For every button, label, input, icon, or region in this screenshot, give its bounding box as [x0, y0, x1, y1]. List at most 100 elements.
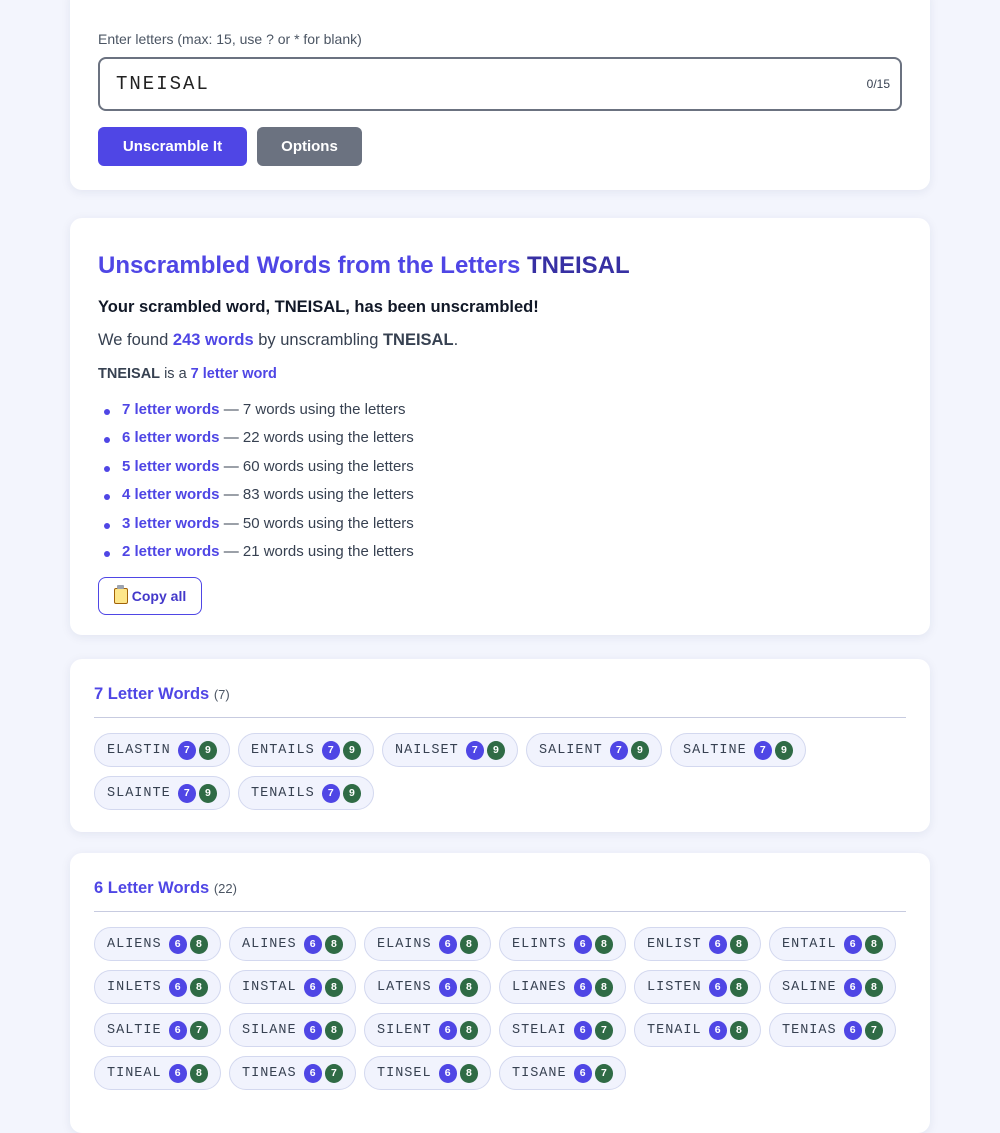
length-list-item: 2 letter words — 21 words using the lett… [98, 543, 414, 571]
word-chip[interactable]: ELINTS 6 8 [499, 927, 626, 961]
length-line-link[interactable]: 7 letter word [191, 366, 277, 382]
word-chip[interactable]: INSTAL 6 8 [229, 970, 356, 1004]
options-button[interactable]: Options [257, 127, 362, 166]
word-chip[interactable]: SLAINTE 7 9 [94, 776, 230, 810]
letters-input-value[interactable]: TNEISAL [116, 73, 210, 95]
word-chip[interactable]: TISANE 6 7 [499, 1056, 626, 1090]
word-text: SALTIE [107, 1022, 162, 1038]
letters-input-label: Enter letters (max: 15, use ? or * for b… [98, 31, 362, 47]
word-chip[interactable]: ENTAILS 7 9 [238, 733, 374, 767]
word-chip[interactable]: LIANES 6 8 [499, 970, 626, 1004]
page-title-letters: TNEISAL [526, 252, 630, 279]
word-chip[interactable]: ENLIST 6 8 [634, 927, 761, 961]
copy-all-button[interactable]: Copy all [98, 577, 202, 615]
word-chip[interactable]: SILENT 6 8 [364, 1013, 491, 1047]
word-chip[interactable]: TINEAS 6 7 [229, 1056, 356, 1090]
length-badge: 6 [303, 1063, 322, 1083]
word-chip[interactable]: TINSEL 6 8 [364, 1056, 491, 1090]
word-chip[interactable]: TENAIL 6 8 [634, 1013, 761, 1047]
points-badge: 8 [459, 1063, 478, 1083]
word-chip[interactable]: ENTAIL 6 8 [769, 927, 896, 961]
word-chip[interactable]: STELAI 6 7 [499, 1013, 626, 1047]
points-badge: 9 [630, 740, 649, 760]
bullet-icon [104, 494, 110, 501]
word-chip-list: ELASTIN 7 9 ENTAILS 7 9 NAILSET 7 9 SALIENT 7 9 SALT… [94, 733, 910, 810]
length-badge: 6 [168, 1063, 187, 1083]
length-desc: — 60 words using the letters [223, 457, 414, 475]
word-text: TENAIL [647, 1022, 702, 1038]
word-text: TENAILS [251, 785, 315, 801]
points-badge: 8 [594, 977, 613, 997]
word-text: LATENS [377, 979, 432, 995]
points-badge: 8 [324, 1020, 343, 1040]
unscramble-button[interactable]: Unscramble It [98, 127, 247, 166]
word-chip[interactable]: ELASTIN 7 9 [94, 733, 230, 767]
word-text: SILENT [377, 1022, 432, 1038]
length-link[interactable]: 6 letter words [122, 429, 220, 446]
points-badge: 8 [459, 1020, 478, 1040]
unscrambled-notice: Your scrambled word, TNEISAL, has been u… [98, 298, 539, 317]
bullet-icon [104, 437, 110, 444]
length-link[interactable]: 5 letter words [122, 458, 220, 475]
word-text: ENTAIL [782, 936, 837, 952]
word-chip[interactable]: SALTINE 7 9 [670, 733, 806, 767]
word-chip[interactable]: ALINES 6 8 [229, 927, 356, 961]
length-badge: 6 [573, 1020, 592, 1040]
word-chip[interactable]: TENIAS 6 7 [769, 1013, 896, 1047]
length-list-item: 3 letter words — 50 words using the lett… [98, 515, 414, 543]
word-chip[interactable]: TENAILS 7 9 [238, 776, 374, 810]
word-text: INLETS [107, 979, 162, 995]
word-length-line: TNEISAL is a 7 letter word [98, 366, 277, 382]
word-text: ELAINS [377, 936, 432, 952]
found-text-a: We found [98, 331, 169, 349]
word-chip[interactable]: NAILSET 7 9 [382, 733, 518, 767]
points-badge: 7 [189, 1020, 208, 1040]
length-link[interactable]: 7 letter words [122, 401, 220, 418]
notice-text-a: Your scrambled word, [98, 298, 271, 316]
length-badge: 7 [609, 740, 628, 760]
found-word: TNEISAL [382, 331, 454, 349]
word-text: TINEAL [107, 1065, 162, 1081]
length-badge: 7 [321, 783, 340, 803]
points-badge: 7 [594, 1020, 613, 1040]
length-link[interactable]: 2 letter words [122, 543, 220, 560]
length-badge: 6 [168, 977, 187, 997]
points-badge: 8 [594, 934, 613, 954]
word-text: LISTEN [647, 979, 702, 995]
word-chip[interactable]: LISTEN 6 8 [634, 970, 761, 1004]
word-text: ELASTIN [107, 742, 171, 758]
points-badge: 8 [864, 934, 883, 954]
length-badge: 6 [438, 977, 457, 997]
word-group-6: 6 Letter Words (22) ALIENS 6 8 ALINES 6 8 ELAI… [70, 853, 930, 1133]
word-chip[interactable]: TINEAL 6 8 [94, 1056, 221, 1090]
length-badge: 6 [573, 934, 592, 954]
word-chip[interactable]: SILANE 6 8 [229, 1013, 356, 1047]
length-list: 7 letter words — 7 words using the lette… [98, 401, 414, 571]
word-chip[interactable]: SALIENT 7 9 [526, 733, 662, 767]
divider [94, 717, 906, 718]
word-chip[interactable]: SALTIE 6 7 [94, 1013, 221, 1047]
length-badge: 6 [168, 934, 187, 954]
word-chip[interactable]: INLETS 6 8 [94, 970, 221, 1004]
length-line-word: TNEISAL [98, 366, 161, 382]
word-text: ELINTS [512, 936, 567, 952]
points-badge: 7 [864, 1020, 883, 1040]
length-desc: — 83 words using the letters [223, 486, 414, 504]
bullet-icon [104, 409, 110, 415]
bullet-icon [104, 522, 110, 529]
word-text: INSTAL [242, 979, 297, 995]
word-chip[interactable]: SALINE 6 8 [769, 970, 896, 1004]
results-summary-card: Unscrambled Words from the Letters TNEIS… [70, 218, 930, 635]
word-text: STELAI [512, 1022, 567, 1038]
points-badge: 8 [459, 934, 478, 954]
group-title-text: 7 Letter Words [94, 685, 210, 703]
word-chip[interactable]: ELAINS 6 8 [364, 927, 491, 961]
length-link[interactable]: 3 letter words [122, 515, 220, 532]
length-link[interactable]: 4 letter words [122, 486, 220, 503]
length-badge: 6 [438, 1063, 457, 1083]
points-badge: 9 [198, 783, 217, 803]
letters-input[interactable]: TNEISAL 0/15 [98, 57, 902, 111]
word-chip[interactable]: ALIENS 6 8 [94, 927, 221, 961]
word-chip[interactable]: LATENS 6 8 [364, 970, 491, 1004]
length-badge: 7 [753, 740, 772, 760]
